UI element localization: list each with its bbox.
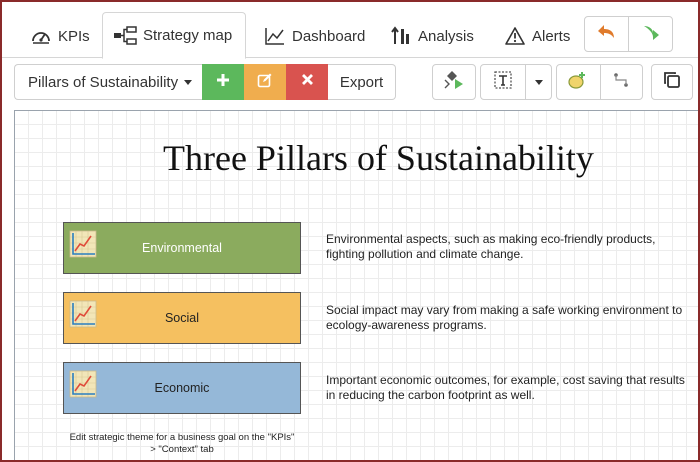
connector-icon	[612, 71, 630, 94]
tab-bar: KPIs Strategy map Dashboard Analysis Ale	[2, 2, 698, 59]
redo-icon	[641, 23, 661, 46]
add-button[interactable]	[202, 64, 244, 100]
text-tool-group	[480, 64, 552, 100]
strategy-map-canvas[interactable]: Three Pillars of Sustainability Environm…	[14, 110, 698, 460]
kpi-chart-icon	[69, 230, 97, 258]
shape-tool-group	[556, 64, 643, 100]
delete-button[interactable]	[286, 64, 328, 100]
undo-icon	[597, 23, 617, 46]
pillar-label: Economic	[154, 381, 210, 395]
kpi-chart-icon	[69, 370, 97, 398]
pillar-description: Social impact may vary from making a saf…	[326, 303, 683, 332]
tab-label: Strategy map	[143, 27, 233, 44]
tab-analysis[interactable]: Analysis	[380, 14, 484, 58]
pillar-label: Social	[164, 311, 200, 325]
tab-dashboard[interactable]: Dashboard	[254, 14, 375, 58]
kpi-chart-icon	[69, 300, 97, 328]
tab-label: Dashboard	[292, 27, 366, 45]
tab-label: Analysis	[418, 27, 474, 45]
redo-button[interactable]	[628, 17, 672, 51]
tab-label: Alerts	[532, 27, 571, 45]
edit-button[interactable]	[244, 64, 286, 100]
close-icon	[301, 73, 314, 91]
line-chart-icon	[264, 26, 286, 46]
export-button[interactable]: Export	[328, 64, 396, 100]
pillar-description: Environmental aspects, such as making ec…	[326, 232, 656, 261]
export-label: Export	[339, 73, 384, 91]
duplicate-button[interactable]	[651, 64, 693, 100]
text-box-icon	[494, 70, 512, 94]
undo-button[interactable]	[585, 17, 628, 51]
toolbar: Pillars of Sustainability Export	[2, 58, 698, 110]
run-layout-button[interactable]	[432, 64, 476, 100]
sort-amount-icon	[390, 26, 412, 46]
caret-down-icon	[184, 79, 193, 85]
diagram-play-icon	[443, 70, 465, 95]
pillar-label: Environmental	[142, 241, 222, 255]
pillar-social[interactable]: Social	[63, 292, 301, 344]
pillar-environmental[interactable]: Environmental	[63, 222, 301, 274]
theme-selector[interactable]: Pillars of Sustainability	[14, 64, 202, 100]
tab-alerts[interactable]: Alerts	[494, 14, 580, 58]
app-frame: KPIs Strategy map Dashboard Analysis Ale	[0, 0, 700, 462]
plus-icon	[216, 73, 230, 92]
pillar-description: Important economic outcomes, for example…	[326, 373, 685, 402]
map-title: Three Pillars of Sustainability	[163, 138, 594, 178]
footnote: Edit strategic theme for a business goal…	[69, 432, 295, 455]
tab-kpis[interactable]: KPIs	[20, 14, 100, 58]
tab-strategy-map[interactable]: Strategy map	[102, 12, 246, 59]
edit-icon	[257, 72, 273, 93]
history-controls	[584, 16, 673, 52]
pillar-economic[interactable]: Economic	[63, 362, 301, 414]
caret-down-icon	[534, 79, 543, 85]
add-goal-icon	[567, 70, 589, 95]
text-tool-button[interactable]	[481, 65, 525, 99]
copy-icon	[663, 71, 681, 94]
theme-selector-value: Pillars of Sustainability	[28, 73, 179, 91]
add-goal-button[interactable]	[557, 65, 600, 99]
gauge-icon	[30, 26, 52, 46]
connector-tool-button[interactable]	[599, 65, 643, 99]
tab-label: KPIs	[58, 27, 90, 45]
strategy-map-icon	[113, 25, 137, 46]
text-tool-dropdown[interactable]	[525, 65, 551, 99]
warning-icon	[504, 26, 526, 46]
